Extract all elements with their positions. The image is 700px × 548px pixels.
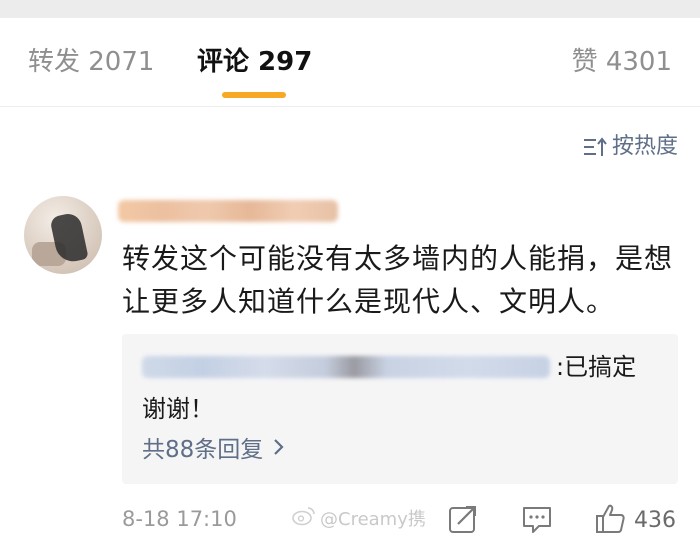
watermark: @Creamy携 — [292, 506, 426, 534]
like-count: 436 — [634, 508, 676, 533]
avatar[interactable] — [24, 196, 102, 274]
comment-button[interactable] — [520, 502, 554, 540]
weibo-logo-icon — [292, 506, 316, 534]
reply-preview-box[interactable]: :已搞定 谢谢！ 共88条回复 — [122, 334, 678, 484]
comment-footer: 8-18 17:10 @Creamy携 436 — [0, 500, 700, 540]
sort-by-hotness-button[interactable]: 按热度 — [582, 132, 678, 162]
reply-text-line2: 谢谢！ — [142, 395, 214, 423]
tab-repost[interactable]: 转发 2071 — [28, 44, 154, 80]
view-replies-label: 共88条回复 — [142, 437, 264, 463]
comment-text: 转发这个可能没有太多墙内的人能捐，是想让更多人知道什么是现代人、文明人。 — [122, 242, 674, 318]
view-replies-link[interactable]: 共88条回复 — [142, 434, 285, 466]
top-strip — [0, 0, 700, 18]
tab-like[interactable]: 赞 4301 — [572, 44, 672, 80]
reply-text: :已搞定 — [556, 353, 637, 381]
comment-icon — [520, 507, 554, 540]
tab-comment[interactable]: 评论 297 — [197, 44, 312, 80]
sort-icon — [582, 136, 608, 158]
like-button[interactable]: 436 — [594, 502, 676, 540]
repost-button[interactable] — [446, 502, 480, 540]
thumbs-up-icon — [594, 502, 626, 540]
username-blurred[interactable] — [118, 200, 338, 222]
watermark-text: @Creamy携 — [320, 509, 426, 530]
reply-username-blurred[interactable] — [142, 356, 550, 378]
share-edit-icon — [446, 506, 480, 540]
tab-bar: 转发 2071 评论 297 赞 4301 — [0, 18, 700, 106]
comment-timestamp: 8-18 17:10 — [122, 507, 237, 531]
chevron-right-icon — [273, 434, 285, 466]
divider — [0, 106, 700, 107]
active-tab-indicator — [222, 92, 286, 98]
sort-label: 按热度 — [611, 134, 678, 159]
